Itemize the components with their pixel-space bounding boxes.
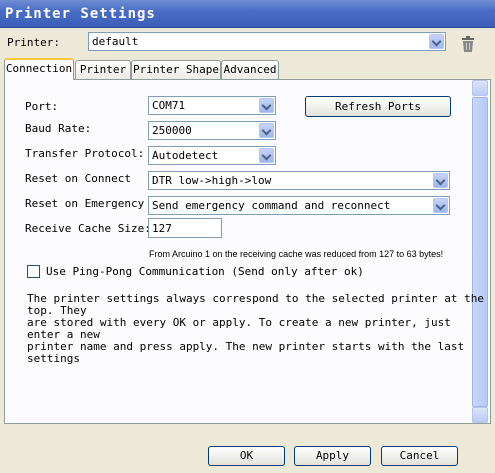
reset-on-connect-label: Reset on Connect <box>25 172 131 185</box>
reset-on-emergency-label: Reset on Emergency <box>25 197 145 210</box>
chevron-down-icon[interactable] <box>259 123 274 138</box>
apply-button[interactable]: Apply <box>294 446 371 466</box>
transfer-protocol-label: Transfer Protocol: <box>25 147 145 160</box>
baud-rate-select[interactable]: 250000 <box>148 121 276 140</box>
port-select[interactable]: COM71 <box>148 96 276 115</box>
port-select-value: COM71 <box>152 99 186 112</box>
reset-on-emergency-select[interactable]: Send emergency command and reconnect <box>148 196 450 215</box>
vertical-scrollbar[interactable] <box>472 80 488 423</box>
tab-printer[interactable]: Printer <box>75 60 131 79</box>
transfer-protocol-value: Autodetect <box>152 149 219 162</box>
baud-rate-label: Baud Rate: <box>25 122 92 135</box>
window-title: Printer Settings <box>5 6 156 22</box>
title-bar: Printer Settings <box>0 0 495 28</box>
chevron-down-icon[interactable] <box>433 198 448 213</box>
cache-note: From Arcuino 1 on the receiving cache wa… <box>149 249 444 259</box>
scroll-thumb[interactable] <box>472 97 488 407</box>
tab-printer-shape[interactable]: Printer Shape <box>131 60 221 79</box>
refresh-ports-button[interactable]: Refresh Ports <box>305 96 451 117</box>
printer-select[interactable]: default <box>88 32 446 51</box>
chevron-down-icon[interactable] <box>429 34 444 49</box>
scroll-down-button[interactable] <box>472 407 488 423</box>
chevron-down-icon[interactable] <box>259 98 274 113</box>
printer-settings-info: The printer settings always correspond t… <box>27 292 484 365</box>
receive-cache-label: Receive Cache Size: <box>25 222 151 235</box>
transfer-protocol-select[interactable]: Autodetect <box>148 146 276 165</box>
tab-advanced[interactable]: Advanced <box>221 60 279 79</box>
ok-button[interactable]: OK <box>208 446 285 466</box>
reset-on-connect-value: DTR low->high->low <box>152 174 272 187</box>
receive-cache-input[interactable]: 127 <box>148 218 222 238</box>
port-label: Port: <box>25 100 59 113</box>
reset-on-emergency-value: Send emergency command and reconnect <box>152 199 391 212</box>
scroll-up-button[interactable] <box>472 80 488 96</box>
ping-pong-checkbox[interactable] <box>27 265 40 278</box>
chevron-down-icon[interactable] <box>433 173 448 188</box>
trash-icon[interactable] <box>461 36 475 52</box>
ping-pong-label[interactable]: Use Ping-Pong Communication (Send only a… <box>46 265 364 278</box>
receive-cache-value: 127 <box>152 222 172 235</box>
reset-on-connect-select[interactable]: DTR low->high->low <box>148 171 450 190</box>
chevron-down-icon[interactable] <box>259 148 274 163</box>
printer-label: Printer: <box>7 36 60 49</box>
cancel-button[interactable]: Cancel <box>381 446 458 466</box>
printer-select-value: default <box>92 35 139 48</box>
tab-connection[interactable]: Connection <box>4 58 74 80</box>
baud-rate-value: 250000 <box>152 124 192 137</box>
